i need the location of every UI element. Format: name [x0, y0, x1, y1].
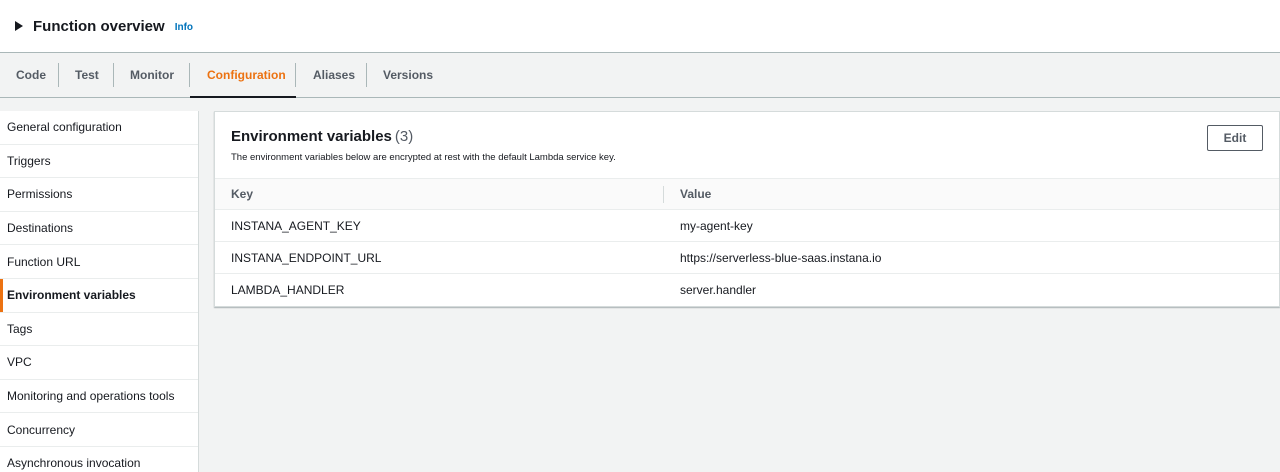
variable-count: (3): [394, 128, 414, 145]
tab-configuration[interactable]: Configuration: [190, 53, 296, 98]
environment-variables-panel: Environment variables (3) The environment…: [214, 111, 1280, 307]
sidebar-item-environment-variables[interactable]: Environment variables: [0, 278, 198, 313]
tab-label: Aliases: [313, 68, 356, 82]
variable-key: LAMBDA_HANDLER: [231, 282, 345, 297]
variable-key: INSTANA_AGENT_KEY: [215, 209, 664, 242]
tab-bar: Code Test Monitor Configuration Aliases …: [0, 53, 1280, 98]
sidebar-item-permissions[interactable]: Permissions: [0, 178, 198, 212]
function-overview-title: Function overview: [33, 17, 165, 35]
edit-button[interactable]: Edit: [1207, 125, 1263, 151]
caret-right-icon[interactable]: [14, 21, 24, 31]
table-row: LAMBDA_HANDLER server.handler: [215, 274, 1279, 306]
sidebar-item-label: Triggers: [7, 153, 51, 168]
sidebar-item-monitoring-tools[interactable]: Monitoring and operations tools: [0, 380, 198, 414]
tab-label: Test: [75, 68, 99, 82]
variable-key: INSTANA_ENDPOINT_URL: [215, 241, 664, 274]
sidebar-item-label: Environment variables: [7, 288, 136, 303]
tab-label: Code: [16, 68, 46, 82]
panel-description: The environment variables below are encr…: [231, 152, 616, 163]
variable-value: server.handler: [680, 282, 757, 297]
sidebar-item-label: Destinations: [7, 221, 74, 236]
column-header-value: Value: [664, 178, 1279, 210]
sidebar-item-concurrency[interactable]: Concurrency: [0, 413, 198, 447]
sidebar-item-label: Tags: [7, 321, 33, 336]
info-link[interactable]: Info: [175, 22, 193, 33]
panel-title: Environment variables: [231, 128, 392, 145]
configuration-sidebar: General configuration Triggers Permissio…: [0, 111, 199, 472]
sidebar-item-label: Permissions: [7, 187, 73, 202]
panel-header: Environment variables (3) The environment…: [231, 128, 616, 163]
sidebar-item-label: Function URL: [7, 254, 81, 269]
sidebar-item-vpc[interactable]: VPC: [0, 346, 198, 380]
sidebar-item-label: General configuration: [7, 120, 122, 135]
sidebar-item-async-invocation[interactable]: Asynchronous invocation: [0, 447, 198, 472]
sidebar-item-label: Asynchronous invocation: [7, 456, 141, 471]
environment-variables-table: Key Value INSTANA_AGENT_KEY my-agent-key…: [215, 178, 1279, 306]
tab-label: Monitor: [130, 68, 174, 82]
tab-monitor[interactable]: Monitor: [114, 53, 190, 97]
sidebar-item-destinations[interactable]: Destinations: [0, 212, 198, 246]
table-row: INSTANA_AGENT_KEY my-agent-key: [215, 209, 1279, 242]
sidebar-item-general-configuration[interactable]: General configuration: [0, 111, 198, 145]
sidebar-item-triggers[interactable]: Triggers: [0, 145, 198, 179]
sidebar-item-function-url[interactable]: Function URL: [0, 245, 198, 279]
tab-code[interactable]: Code: [0, 53, 59, 97]
tab-test[interactable]: Test: [59, 53, 114, 97]
sidebar-item-tags[interactable]: Tags: [0, 313, 198, 347]
variable-value: https://serverless-blue-saas.instana.io: [664, 241, 1279, 274]
table-header-row: Key Value: [215, 178, 1279, 210]
function-overview-header[interactable]: Function overview Info: [0, 0, 1280, 53]
column-header-key: Key: [215, 178, 664, 210]
sidebar-item-label: Monitoring and operations tools: [7, 389, 175, 404]
variable-value: my-agent-key: [664, 209, 1279, 242]
tab-label: Configuration: [207, 68, 286, 82]
tab-label: Versions: [383, 68, 434, 82]
sidebar-item-label: Concurrency: [7, 422, 76, 437]
tab-aliases[interactable]: Aliases: [296, 53, 367, 97]
tab-versions[interactable]: Versions: [367, 53, 457, 97]
sidebar-item-label: VPC: [7, 355, 32, 370]
table-row: INSTANA_ENDPOINT_URL https://serverless-…: [215, 241, 1279, 274]
